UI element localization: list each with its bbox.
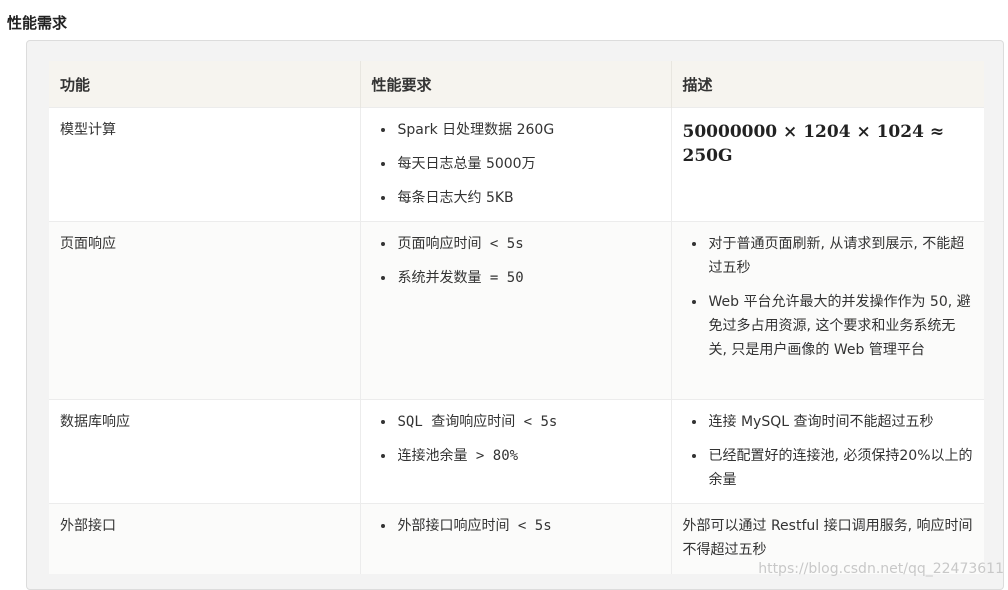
header-feature: 功能 — [49, 61, 360, 108]
feature-cell: 模型计算 — [49, 107, 360, 222]
list-item: 连接池余量 > 80% — [396, 444, 660, 468]
requirements-cell: Spark 日处理数据 260G 每天日志总量 5000万 每条日志大约 5KB — [359, 107, 671, 222]
requirements-list: Spark 日处理数据 260G 每天日志总量 5000万 每条日志大约 5KB — [372, 118, 660, 210]
feature-cell: 外部接口 — [49, 503, 360, 574]
list-item: Web 平台允许最大的并发操作作为 50, 避免过多占用资源, 这个要求和业务系… — [707, 290, 974, 362]
list-item: 每条日志大约 5KB — [396, 186, 660, 210]
description-cell: 对于普通页面刷新, 从请求到展示, 不能超过五秒 Web 平台允许最大的并发操作… — [670, 221, 984, 400]
description-list: 连接 MySQL 查询时间不能超过五秒 已经配置好的连接池, 必须保持20%以上… — [683, 410, 974, 492]
requirements-list: 外部接口响应时间 < 5s — [372, 514, 660, 538]
description-cell: 50000000 × 1204 × 1024 ≈ 250G — [670, 107, 984, 222]
requirements-cell: 页面响应时间 < 5s 系统并发数量 = 50 — [359, 221, 671, 400]
table-header-row: 功能 性能要求 描述 — [49, 61, 984, 108]
feature-cell: 数据库响应 — [49, 399, 360, 504]
page-title: 性能需求 — [7, 14, 68, 32]
list-item: 连接 MySQL 查询时间不能超过五秒 — [707, 410, 974, 434]
requirements-cell: 外部接口响应时间 < 5s — [359, 503, 671, 574]
watermark: https://blog.csdn.net/qq_22473611 — [758, 561, 1004, 577]
requirements-list: 页面响应时间 < 5s 系统并发数量 = 50 — [372, 232, 660, 290]
list-item: SQL 查询响应时间 < 5s — [396, 410, 660, 434]
description-list: 对于普通页面刷新, 从请求到展示, 不能超过五秒 Web 平台允许最大的并发操作… — [683, 232, 974, 362]
requirements-list: SQL 查询响应时间 < 5s 连接池余量 > 80% — [372, 410, 660, 468]
header-requirements: 性能要求 — [359, 61, 671, 108]
performance-table: 功能 性能要求 描述 模型计算 Spark 日处理数据 260G 每天日志总量 … — [49, 61, 984, 574]
list-item: Spark 日处理数据 260G — [396, 118, 660, 142]
math-formula: 50000000 × 1204 × 1024 ≈ 250G — [682, 122, 945, 166]
requirements-cell: SQL 查询响应时间 < 5s 连接池余量 > 80% — [359, 399, 671, 504]
list-item: 页面响应时间 < 5s — [396, 232, 660, 256]
table-row: 页面响应 页面响应时间 < 5s 系统并发数量 = 50 对于普通页面刷新, 从… — [49, 221, 984, 400]
feature-cell: 页面响应 — [49, 221, 360, 400]
list-item: 外部接口响应时间 < 5s — [396, 514, 660, 538]
header-description: 描述 — [670, 61, 984, 108]
list-item: 对于普通页面刷新, 从请求到展示, 不能超过五秒 — [707, 232, 974, 280]
list-item: 已经配置好的连接池, 必须保持20%以上的余量 — [707, 444, 974, 492]
list-item: 每天日志总量 5000万 — [396, 152, 660, 176]
table-row: 模型计算 Spark 日处理数据 260G 每天日志总量 5000万 每条日志大… — [49, 107, 984, 222]
description-cell: 连接 MySQL 查询时间不能超过五秒 已经配置好的连接池, 必须保持20%以上… — [670, 399, 984, 504]
table-container: 功能 性能要求 描述 模型计算 Spark 日处理数据 260G 每天日志总量 … — [26, 40, 1004, 590]
table-row: 数据库响应 SQL 查询响应时间 < 5s 连接池余量 > 80% 连接 MyS… — [49, 399, 984, 504]
list-item: 系统并发数量 = 50 — [396, 266, 660, 290]
